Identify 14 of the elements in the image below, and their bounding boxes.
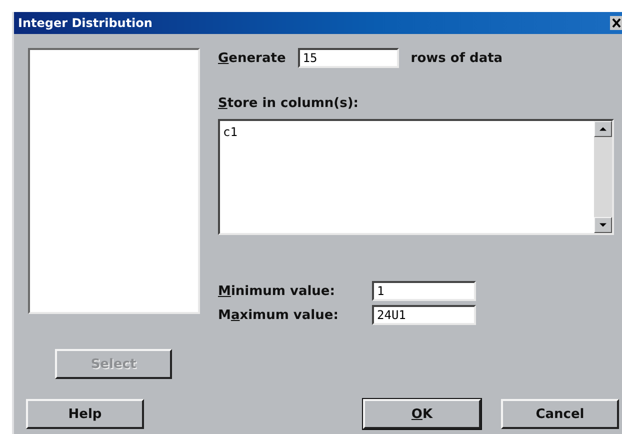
rows-input[interactable]: 15 xyxy=(298,48,399,68)
dialog-button[interactable]: Help xyxy=(26,399,144,429)
value-input[interactable]: 24U1 xyxy=(372,305,476,325)
column-input[interactable]: c1 xyxy=(218,119,614,235)
generate-label: Generate xyxy=(218,50,286,66)
dialog-button[interactable]: Cancel xyxy=(501,399,619,429)
window-title: Integer Distribution xyxy=(18,16,152,30)
value-label: Maximum value: xyxy=(218,308,340,322)
value-label: Minimum value: xyxy=(218,284,336,298)
column-text: c1 xyxy=(222,124,238,141)
value-input[interactable]: 1 xyxy=(372,281,476,301)
store-label: Store in column(s): xyxy=(218,96,358,111)
rows-label: rows of data xyxy=(410,50,503,66)
dialog-button[interactable]: OK xyxy=(363,399,481,429)
